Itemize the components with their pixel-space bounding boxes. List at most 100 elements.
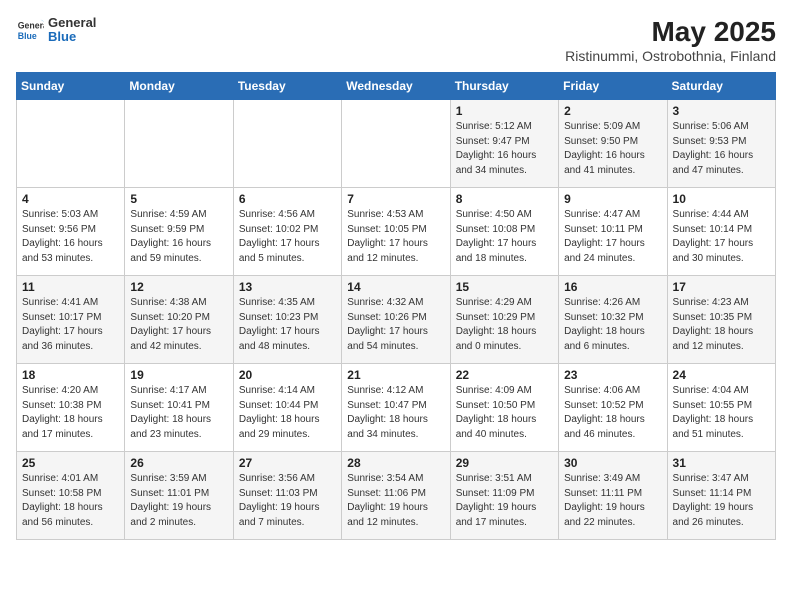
weekday-header: Saturday (667, 73, 775, 100)
calendar-cell: 6 Sunrise: 4:56 AM Sunset: 10:02 PM Dayli… (233, 188, 341, 276)
calendar-table: SundayMondayTuesdayWednesdayThursdayFrid… (16, 72, 776, 540)
day-info: Sunrise: 4:56 AM Sunset: 10:02 PM Daylig… (239, 208, 336, 266)
day-info: Sunrise: 5:03 AM Sunset: 9:56 PM Dayligh… (22, 208, 119, 266)
day-number: 8 (456, 192, 553, 206)
calendar-cell: 10Sunrise: 4:44 AM Sunset: 10:14 PM Dayl… (667, 188, 775, 276)
calendar-cell: 28 Sunrise: 3:54 AM Sunset: 11:06 PM Dayl… (342, 452, 450, 540)
calendar-cell (342, 100, 450, 188)
calendar-week-row: 4 Sunrise: 5:03 AM Sunset: 9:56 PM Daylig… (17, 188, 776, 276)
day-info: Sunrise: 4:09 AM Sunset: 10:50 PM Daylig… (456, 384, 553, 442)
calendar-cell: 5Sunrise: 4:59 AM Sunset: 9:59 PM Daylig… (125, 188, 233, 276)
calendar-cell: 3Sunrise: 5:06 AM Sunset: 9:53 PM Daylig… (667, 100, 775, 188)
day-info: Sunrise: 4:26 AM Sunset: 10:32 PM Daylig… (564, 296, 661, 354)
logo-icon: General Blue (16, 16, 44, 44)
day-info: Sunrise: 4:47 AM Sunset: 10:11 PM Daylig… (564, 208, 661, 266)
calendar-cell: 8Sunrise: 4:50 AM Sunset: 10:08 PM Dayli… (450, 188, 558, 276)
weekday-header: Friday (559, 73, 667, 100)
calendar-cell: 1 Sunrise: 5:12 AM Sunset: 9:47 PM Daylig… (450, 100, 558, 188)
day-number: 31 (673, 456, 770, 470)
day-info: Sunrise: 3:54 AM Sunset: 11:06 PM Daylig… (347, 472, 444, 530)
day-info: Sunrise: 4:14 AM Sunset: 10:44 PM Daylig… (239, 384, 336, 442)
svg-text:Blue: Blue (18, 31, 37, 41)
calendar-cell: 15Sunrise: 4:29 AM Sunset: 10:29 PM Dayl… (450, 276, 558, 364)
day-number: 3 (673, 104, 770, 118)
day-number: 12 (130, 280, 227, 294)
day-number: 13 (239, 280, 336, 294)
calendar-cell: 20Sunrise: 4:14 AM Sunset: 10:44 PM Dayl… (233, 364, 341, 452)
calendar-cell: 26 Sunrise: 3:59 AM Sunset: 11:01 PM Dayl… (125, 452, 233, 540)
day-info: Sunrise: 3:51 AM Sunset: 11:09 PM Daylig… (456, 472, 553, 530)
day-info: Sunrise: 4:12 AM Sunset: 10:47 PM Daylig… (347, 384, 444, 442)
calendar-body: 1 Sunrise: 5:12 AM Sunset: 9:47 PM Daylig… (17, 100, 776, 540)
day-number: 9 (564, 192, 661, 206)
day-number: 5 (130, 192, 227, 206)
calendar-cell: 2Sunrise: 5:09 AM Sunset: 9:50 PM Daylig… (559, 100, 667, 188)
day-info: Sunrise: 4:41 AM Sunset: 10:17 PM Daylig… (22, 296, 119, 354)
day-number: 26 (130, 456, 227, 470)
weekday-header: Thursday (450, 73, 558, 100)
calendar-cell: 17Sunrise: 4:23 AM Sunset: 10:35 PM Dayl… (667, 276, 775, 364)
day-number: 24 (673, 368, 770, 382)
day-number: 30 (564, 456, 661, 470)
calendar-cell (233, 100, 341, 188)
weekday-header: Monday (125, 73, 233, 100)
day-info: Sunrise: 5:09 AM Sunset: 9:50 PM Dayligh… (564, 120, 661, 178)
calendar-week-row: 25 Sunrise: 4:01 AM Sunset: 10:58 PM Dayl… (17, 452, 776, 540)
calendar-cell: 14 Sunrise: 4:32 AM Sunset: 10:26 PM Dayl… (342, 276, 450, 364)
calendar-cell: 7Sunrise: 4:53 AM Sunset: 10:05 PM Dayli… (342, 188, 450, 276)
day-number: 6 (239, 192, 336, 206)
calendar-cell (125, 100, 233, 188)
day-info: Sunrise: 4:20 AM Sunset: 10:38 PM Daylig… (22, 384, 119, 442)
calendar-cell: 9 Sunrise: 4:47 AM Sunset: 10:11 PM Dayli… (559, 188, 667, 276)
day-info: Sunrise: 5:12 AM Sunset: 9:47 PM Dayligh… (456, 120, 553, 178)
day-info: Sunrise: 4:35 AM Sunset: 10:23 PM Daylig… (239, 296, 336, 354)
day-number: 29 (456, 456, 553, 470)
calendar-cell: 23Sunrise: 4:06 AM Sunset: 10:52 PM Dayl… (559, 364, 667, 452)
day-info: Sunrise: 4:04 AM Sunset: 10:55 PM Daylig… (673, 384, 770, 442)
calendar-cell: 25 Sunrise: 4:01 AM Sunset: 10:58 PM Dayl… (17, 452, 125, 540)
calendar-cell: 4 Sunrise: 5:03 AM Sunset: 9:56 PM Daylig… (17, 188, 125, 276)
calendar-cell: 29 Sunrise: 3:51 AM Sunset: 11:09 PM Dayl… (450, 452, 558, 540)
day-number: 11 (22, 280, 119, 294)
day-info: Sunrise: 4:32 AM Sunset: 10:26 PM Daylig… (347, 296, 444, 354)
calendar-cell: 24 Sunrise: 4:04 AM Sunset: 10:55 PM Dayl… (667, 364, 775, 452)
calendar-cell: 11 Sunrise: 4:41 AM Sunset: 10:17 PM Dayl… (17, 276, 125, 364)
day-info: Sunrise: 4:38 AM Sunset: 10:20 PM Daylig… (130, 296, 227, 354)
day-info: Sunrise: 4:53 AM Sunset: 10:05 PM Daylig… (347, 208, 444, 266)
calendar-cell: 16Sunrise: 4:26 AM Sunset: 10:32 PM Dayl… (559, 276, 667, 364)
calendar-week-row: 1 Sunrise: 5:12 AM Sunset: 9:47 PM Daylig… (17, 100, 776, 188)
day-info: Sunrise: 4:17 AM Sunset: 10:41 PM Daylig… (130, 384, 227, 442)
day-number: 10 (673, 192, 770, 206)
logo-general: General (48, 16, 96, 30)
calendar-cell: 30 Sunrise: 3:49 AM Sunset: 11:11 PM Dayl… (559, 452, 667, 540)
header: General Blue General Blue May 2025 Risti… (16, 16, 776, 64)
weekday-header-row: SundayMondayTuesdayWednesdayThursdayFrid… (17, 73, 776, 100)
day-number: 14 (347, 280, 444, 294)
day-number: 28 (347, 456, 444, 470)
day-number: 18 (22, 368, 119, 382)
calendar-cell: 13 Sunrise: 4:35 AM Sunset: 10:23 PM Dayl… (233, 276, 341, 364)
day-info: Sunrise: 3:49 AM Sunset: 11:11 PM Daylig… (564, 472, 661, 530)
day-number: 21 (347, 368, 444, 382)
title-area: May 2025 Ristinummi, Ostrobothnia, Finla… (565, 16, 776, 64)
day-number: 17 (673, 280, 770, 294)
subtitle: Ristinummi, Ostrobothnia, Finland (565, 48, 776, 64)
day-number: 1 (456, 104, 553, 118)
calendar-week-row: 11 Sunrise: 4:41 AM Sunset: 10:17 PM Dayl… (17, 276, 776, 364)
calendar-header: SundayMondayTuesdayWednesdayThursdayFrid… (17, 73, 776, 100)
calendar-cell: 22Sunrise: 4:09 AM Sunset: 10:50 PM Dayl… (450, 364, 558, 452)
day-number: 25 (22, 456, 119, 470)
day-number: 4 (22, 192, 119, 206)
calendar-cell: 27Sunrise: 3:56 AM Sunset: 11:03 PM Dayl… (233, 452, 341, 540)
day-info: Sunrise: 4:06 AM Sunset: 10:52 PM Daylig… (564, 384, 661, 442)
day-info: Sunrise: 4:01 AM Sunset: 10:58 PM Daylig… (22, 472, 119, 530)
weekday-header: Tuesday (233, 73, 341, 100)
calendar-cell: 21 Sunrise: 4:12 AM Sunset: 10:47 PM Dayl… (342, 364, 450, 452)
day-info: Sunrise: 3:59 AM Sunset: 11:01 PM Daylig… (130, 472, 227, 530)
day-number: 15 (456, 280, 553, 294)
calendar-cell: 31Sunrise: 3:47 AM Sunset: 11:14 PM Dayl… (667, 452, 775, 540)
calendar-cell (17, 100, 125, 188)
logo-blue: Blue (48, 30, 96, 44)
calendar-week-row: 18 Sunrise: 4:20 AM Sunset: 10:38 PM Dayl… (17, 364, 776, 452)
day-number: 19 (130, 368, 227, 382)
